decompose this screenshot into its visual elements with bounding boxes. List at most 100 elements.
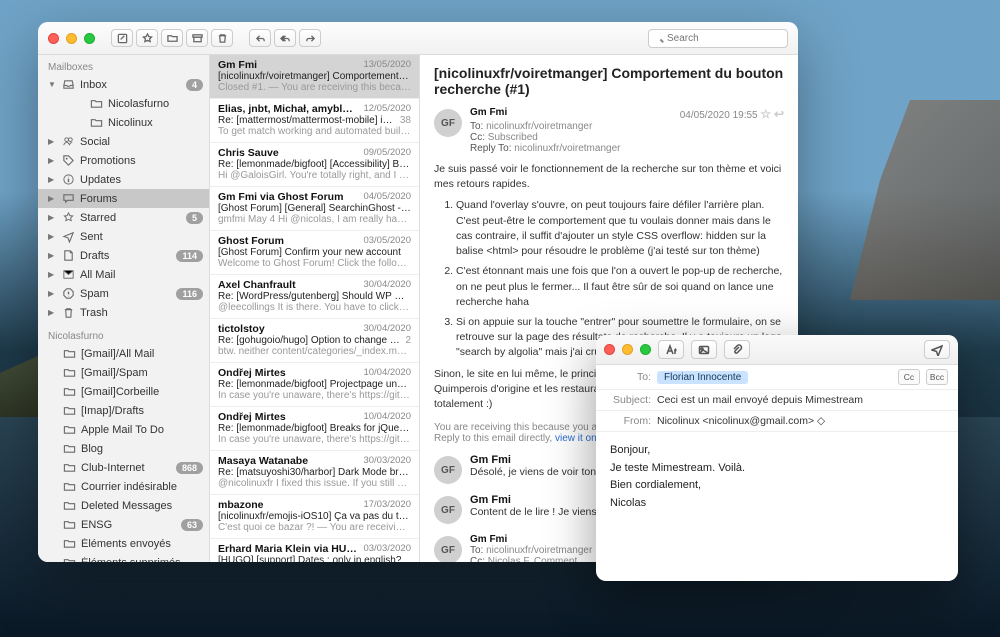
- msg-preview: Closed #1. — You are receiving this beca…: [218, 82, 411, 93]
- sidebar-item-apple-mail-to-do[interactable]: Apple Mail To Do: [38, 420, 209, 439]
- close-window[interactable]: [604, 344, 615, 355]
- disclosure-arrow-icon[interactable]: ▶: [48, 270, 56, 279]
- sidebar-item-inbox[interactable]: ▼Inbox4: [38, 75, 209, 94]
- sidebar-item--gmail-spam[interactable]: [Gmail]/Spam: [38, 363, 209, 382]
- disclosure-arrow-icon[interactable]: ▶: [48, 194, 56, 203]
- cc-button[interactable]: Cc: [898, 369, 920, 385]
- reply-from: Gm Fmi: [470, 494, 511, 506]
- sidebar-item-courrier-ind-sirable[interactable]: Courrier indésirable: [38, 477, 209, 496]
- star-icon[interactable]: ☆: [760, 107, 771, 121]
- search-input[interactable]: [648, 29, 788, 48]
- message-item[interactable]: Ondřej Mirtes10/04/2020Re: [lemonmade/bi…: [210, 363, 419, 407]
- sidebar-item-nicolasfurno[interactable]: Nicolasfurno: [38, 94, 209, 113]
- sidebar-item-label: [Gmail]/Spam: [81, 367, 203, 379]
- msg-subject: [Ghost Forum] [General] SearchinGhost - …: [218, 203, 411, 214]
- folder-button[interactable]: [161, 29, 183, 47]
- count-badge: 4: [186, 79, 203, 91]
- minimize-window[interactable]: [622, 344, 633, 355]
- message-item[interactable]: Elias, jnbt, Michał, amyblais, Anton, Ma…: [210, 99, 419, 143]
- compose-body[interactable]: Bonjour,Je teste Mimestream. Voilà.Bien …: [596, 432, 958, 581]
- message-item[interactable]: Gm Fmi13/05/2020[nicolinuxfr/voiretmange…: [210, 55, 419, 99]
- sidebar-item-promotions[interactable]: ▶Promotions: [38, 151, 209, 170]
- msg-date: 09/05/2020: [363, 147, 411, 159]
- msg-date: 12/05/2020: [363, 103, 411, 115]
- disclosure-arrow-icon[interactable]: ▶: [48, 175, 56, 184]
- sidebar-item-ensg[interactable]: ENSG63: [38, 515, 209, 534]
- sidebar-item-forums[interactable]: ▶Forums: [38, 189, 209, 208]
- sidebar-section-account: Nicolasfurno: [38, 327, 209, 344]
- photo-button[interactable]: [691, 340, 717, 359]
- message-item[interactable]: Ghost Forum03/05/2020[Ghost Forum] Confi…: [210, 231, 419, 275]
- message-item[interactable]: Gm Fmi via Ghost Forum04/05/2020[Ghost F…: [210, 187, 419, 231]
- disclosure-arrow-icon[interactable]: ▶: [48, 251, 56, 260]
- msg-preview: In case you're unaware, there's https://…: [218, 390, 411, 401]
- disclosure-arrow-icon[interactable]: ▶: [48, 289, 56, 298]
- sidebar-item-spam[interactable]: ▶Spam116: [38, 284, 209, 303]
- msg-preview: Welcome to Ghost Forum! Click the follow…: [218, 258, 411, 269]
- from-field[interactable]: Nicolinux <nicolinux@gmail.com> ◇: [657, 415, 948, 427]
- msg-from: Masaya Watanabe: [218, 455, 308, 467]
- disclosure-arrow-icon[interactable]: ▶: [48, 232, 56, 241]
- reply-icon[interactable]: ↩︎: [774, 107, 784, 121]
- group-icon: [61, 135, 75, 149]
- forward-button[interactable]: [299, 29, 321, 47]
- sidebar-item-club-internet[interactable]: Club-Internet868: [38, 458, 209, 477]
- sidebar-item--l-ments-envoy-s[interactable]: Éléments envoyés: [38, 534, 209, 553]
- subject-field[interactable]: Ceci est un mail envoyé depuis Mimestrea…: [657, 394, 948, 406]
- trash-button[interactable]: [211, 29, 233, 47]
- sidebar-item-trash[interactable]: ▶Trash: [38, 303, 209, 322]
- sidebar-item-nicolinux[interactable]: Nicolinux: [38, 113, 209, 132]
- message-item[interactable]: Chris Sauve09/05/2020Re: [lemonmade/bigf…: [210, 143, 419, 187]
- disclosure-arrow-icon[interactable]: ▶: [48, 308, 56, 317]
- message-item[interactable]: mbazone17/03/2020[nicolinuxfr/emojis-iOS…: [210, 495, 419, 539]
- msg-from: Ondřej Mirtes: [218, 411, 286, 423]
- message-item[interactable]: Axel Chanfrault30/04/2020Re: [WordPress/…: [210, 275, 419, 319]
- message-item[interactable]: Erhard Maria Klein via HUGO03/03/2020[HU…: [210, 539, 419, 562]
- msg-from: Ondřej Mirtes: [218, 367, 286, 379]
- compose-button[interactable]: [111, 29, 133, 47]
- sidebar-item-all-mail[interactable]: ▶All Mail: [38, 265, 209, 284]
- msg-subject: Re: [lemonmade/bigfoot] Projectpage unav…: [218, 379, 411, 390]
- sidebar-item-label: Drafts: [80, 250, 171, 262]
- star-button[interactable]: [136, 29, 158, 47]
- msg-subject: [HUGO] [support] Dates : only in english…: [218, 555, 411, 562]
- folder-icon: [62, 480, 76, 494]
- reply-all-button[interactable]: [274, 29, 296, 47]
- sidebar-item-starred[interactable]: ▶Starred5: [38, 208, 209, 227]
- zoom-window[interactable]: [84, 33, 95, 44]
- font-button[interactable]: [658, 340, 684, 359]
- minimize-window[interactable]: [66, 33, 77, 44]
- sidebar-item-updates[interactable]: ▶Updates: [38, 170, 209, 189]
- sidebar-item--gmail-all-mail[interactable]: [Gmail]/All Mail: [38, 344, 209, 363]
- sidebar-item-sent[interactable]: ▶Sent: [38, 227, 209, 246]
- sidebar-item--gmail-corbeille[interactable]: [Gmail]Corbeille: [38, 382, 209, 401]
- folder-icon: [62, 404, 76, 418]
- sidebar-item-social[interactable]: ▶Social: [38, 132, 209, 151]
- close-window[interactable]: [48, 33, 59, 44]
- sidebar-item--l-ments-supprim-s[interactable]: Éléments supprimés: [38, 553, 209, 562]
- bcc-button[interactable]: Bcc: [926, 369, 948, 385]
- disclosure-arrow-icon[interactable]: ▶: [48, 156, 56, 165]
- attach-button[interactable]: [724, 340, 750, 359]
- msg-date: 13/05/2020: [363, 59, 411, 71]
- disclosure-arrow-icon[interactable]: ▶: [48, 137, 56, 146]
- avatar: GF: [434, 456, 462, 484]
- disclosure-arrow-icon[interactable]: ▼: [48, 80, 56, 89]
- to-field[interactable]: Florian Innocente: [657, 371, 892, 383]
- draft-icon: [61, 249, 75, 263]
- message-item[interactable]: tictolstoy30/04/2020Re: [gohugoio/hugo] …: [210, 319, 419, 363]
- sidebar-item-drafts[interactable]: ▶Drafts114: [38, 246, 209, 265]
- recipient-chip[interactable]: Florian Innocente: [657, 371, 748, 384]
- message-item[interactable]: Masaya Watanabe30/03/2020Re: [matsuyoshi…: [210, 451, 419, 495]
- avatar: GF: [434, 536, 462, 562]
- zoom-window[interactable]: [640, 344, 651, 355]
- reply-button[interactable]: [249, 29, 271, 47]
- send-button[interactable]: [924, 340, 950, 359]
- disclosure-arrow-icon[interactable]: ▶: [48, 213, 56, 222]
- message-item[interactable]: Ondřej Mirtes10/04/2020Re: [lemonmade/bi…: [210, 407, 419, 451]
- sidebar-item-blog[interactable]: Blog: [38, 439, 209, 458]
- archive-button[interactable]: [186, 29, 208, 47]
- sidebar-item-label: ENSG: [81, 519, 176, 531]
- sidebar-item-deleted-messages[interactable]: Deleted Messages: [38, 496, 209, 515]
- sidebar-item--imap-drafts[interactable]: [Imap]/Drafts: [38, 401, 209, 420]
